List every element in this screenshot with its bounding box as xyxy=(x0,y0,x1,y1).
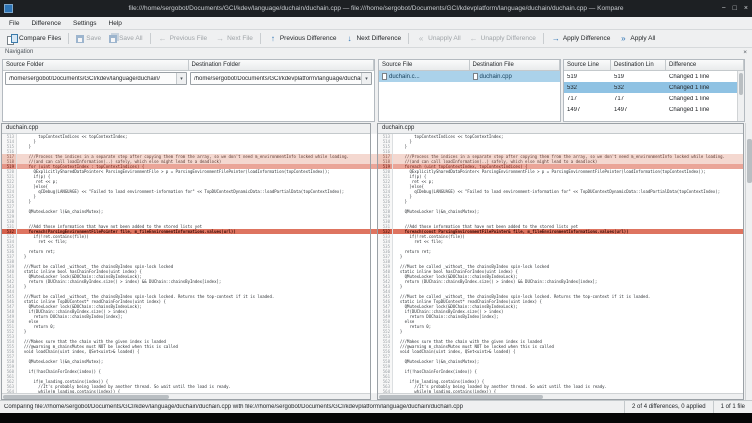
toolbar-separator xyxy=(260,33,261,44)
file-pair-row[interactable]: duchain.c... duchain.cpp xyxy=(379,71,560,82)
chevron-down-icon[interactable]: ▾ xyxy=(361,73,371,84)
next-file-icon: → xyxy=(215,34,225,44)
unapply-all-button: «Unapply All xyxy=(412,32,465,46)
difference-row[interactable]: 14971497Changed 1 line xyxy=(564,104,744,115)
menu-file[interactable]: File xyxy=(3,18,25,29)
destination-folder-combobox[interactable]: /home/sergobot/Documents/GCI/kdevplatfor… xyxy=(190,72,372,85)
apply-all-icon: » xyxy=(618,34,628,44)
destination-horizontal-scrollbar[interactable] xyxy=(378,393,743,399)
files-status: 1 of 1 file xyxy=(713,401,752,413)
chevron-down-icon[interactable]: ▾ xyxy=(176,73,186,84)
source-file-name: duchain.c... xyxy=(389,74,420,80)
toolbar-separator xyxy=(543,33,544,44)
difference-row[interactable]: 717717Changed 1 line xyxy=(564,93,744,104)
maximize-icon[interactable]: □ xyxy=(733,0,737,17)
toolbar-button-label: Apply All xyxy=(630,35,655,42)
window-title: file:///home/sergobot/Documents/GCI/kdev… xyxy=(0,5,752,12)
difference-header: Difference xyxy=(666,60,744,70)
differences-panel: Source Line Destination Lin Difference 5… xyxy=(563,59,745,122)
destination-pane-body[interactable]: 513 topContextIndices << topContextIndex… xyxy=(378,134,743,393)
save-button: Save xyxy=(72,33,105,45)
menu-help[interactable]: Help xyxy=(103,18,128,29)
dock-close-icon[interactable]: × xyxy=(743,49,747,56)
destination-pane-title: duchain.cpp xyxy=(378,124,743,134)
toolbar-button-label: Next Difference xyxy=(356,35,401,42)
source-pane-title: duchain.cpp xyxy=(2,124,370,134)
save-all-button: Save All xyxy=(105,33,147,45)
toolbar: Compare FilesSaveSave All←Previous File→… xyxy=(0,30,752,48)
next-difference-icon: ↓ xyxy=(344,34,354,44)
apply-difference-button[interactable]: →Apply Difference xyxy=(547,32,615,46)
compare-files-icon xyxy=(7,34,17,44)
destination-line-header: Destination Lin xyxy=(611,60,666,70)
toolbar-separator xyxy=(68,33,69,44)
toolbar-button-label: Save xyxy=(86,35,101,42)
menubar: FileDifferenceSettingsHelp xyxy=(0,17,752,30)
next-difference-button[interactable]: ↓Next Difference xyxy=(340,32,405,46)
toolbar-button-label: Previous Difference xyxy=(280,35,337,42)
apply-difference-icon: → xyxy=(551,34,561,44)
toolbar-button-label: Compare Files xyxy=(19,35,61,42)
differences-scrollbar[interactable] xyxy=(737,71,744,121)
statusbar: Comparing file:///home/sergobot/Document… xyxy=(0,400,752,413)
minimize-icon[interactable]: − xyxy=(722,0,726,17)
source-pane: duchain.cpp 513 topContextIndices << top… xyxy=(1,123,371,400)
files-panel: Source File Destination File duchain.c..… xyxy=(378,59,561,122)
toolbar-button-label: Apply Difference xyxy=(563,35,611,42)
source-folder-combobox[interactable]: /home/sergobot/Documents/GCI/kdev/langua… xyxy=(5,72,187,85)
apply-all-button[interactable]: »Apply All xyxy=(614,32,659,46)
next-file-button: →Next File xyxy=(211,32,257,46)
toolbar-button-label: Previous File xyxy=(170,35,208,42)
navigation-dock-header: Navigation × xyxy=(0,48,752,58)
source-pane-body[interactable]: 513 topContextIndices << topContextIndex… xyxy=(2,134,370,393)
navigation-dock: Source Folder Destination Folder /home/s… xyxy=(0,58,752,123)
menu-difference[interactable]: Difference xyxy=(25,18,67,29)
navigation-dock-title: Navigation xyxy=(5,49,33,55)
difference-row[interactable]: 519519Changed 1 line xyxy=(564,71,744,82)
toolbar-separator xyxy=(408,33,409,44)
compare-files-button[interactable]: Compare Files xyxy=(3,32,65,46)
toolbar-button-label: Unapply Difference xyxy=(481,35,536,42)
vertical-scrollbar[interactable] xyxy=(745,123,752,400)
source-horizontal-scrollbar[interactable] xyxy=(2,393,370,399)
save-all-icon xyxy=(109,35,117,43)
source-folder-header: Source Folder xyxy=(3,60,189,70)
previous-difference-button[interactable]: ↑Previous Difference xyxy=(264,32,341,46)
destination-file-name: duchain.cpp xyxy=(480,74,512,80)
kompare-app-icon xyxy=(4,4,13,13)
unapply-difference-icon: ← xyxy=(469,34,479,44)
destination-file-header: Destination File xyxy=(470,60,561,70)
titlebar: file:///home/sergobot/Documents/GCI/kdev… xyxy=(0,0,752,17)
unapply-all-icon: « xyxy=(416,34,426,44)
close-icon[interactable]: × xyxy=(744,0,748,17)
file-icon xyxy=(382,73,387,80)
folders-panel: Source Folder Destination Folder /home/s… xyxy=(2,59,375,122)
diff-view: duchain.cpp 513 topContextIndices << top… xyxy=(0,123,752,400)
source-line-header: Source Line xyxy=(564,60,611,70)
toolbar-button-label: Unapply All xyxy=(428,35,461,42)
save-icon xyxy=(76,35,84,43)
destination-folder-value: /home/sergobot/Documents/GCI/kdevplatfor… xyxy=(191,76,361,82)
status-message: Comparing file:///home/sergobot/Document… xyxy=(0,404,624,410)
toolbar-separator xyxy=(150,33,151,44)
toolbar-button-label: Next File xyxy=(227,35,253,42)
difference-table-body: 519519Changed 1 line532532Changed 1 line… xyxy=(564,71,744,115)
source-folder-value: /home/sergobot/Documents/GCI/kdev/langua… xyxy=(6,76,176,82)
previous-file-button: ←Previous File xyxy=(154,32,212,46)
file-icon xyxy=(473,73,478,80)
toolbar-button-label: Save All xyxy=(119,35,143,42)
differences-status: 2 of 4 differences, 0 applied xyxy=(624,401,713,413)
previous-file-icon: ← xyxy=(158,34,168,44)
destination-folder-header: Destination Folder xyxy=(189,60,375,70)
menu-settings[interactable]: Settings xyxy=(67,18,103,29)
unapply-difference-button: ←Unapply Difference xyxy=(465,32,540,46)
previous-difference-icon: ↑ xyxy=(268,34,278,44)
destination-pane: duchain.cpp 513 topContextIndices << top… xyxy=(377,123,744,400)
source-file-header: Source File xyxy=(379,60,470,70)
bottom-black-bar xyxy=(0,413,752,423)
difference-row[interactable]: 532532Changed 1 line xyxy=(564,82,744,93)
